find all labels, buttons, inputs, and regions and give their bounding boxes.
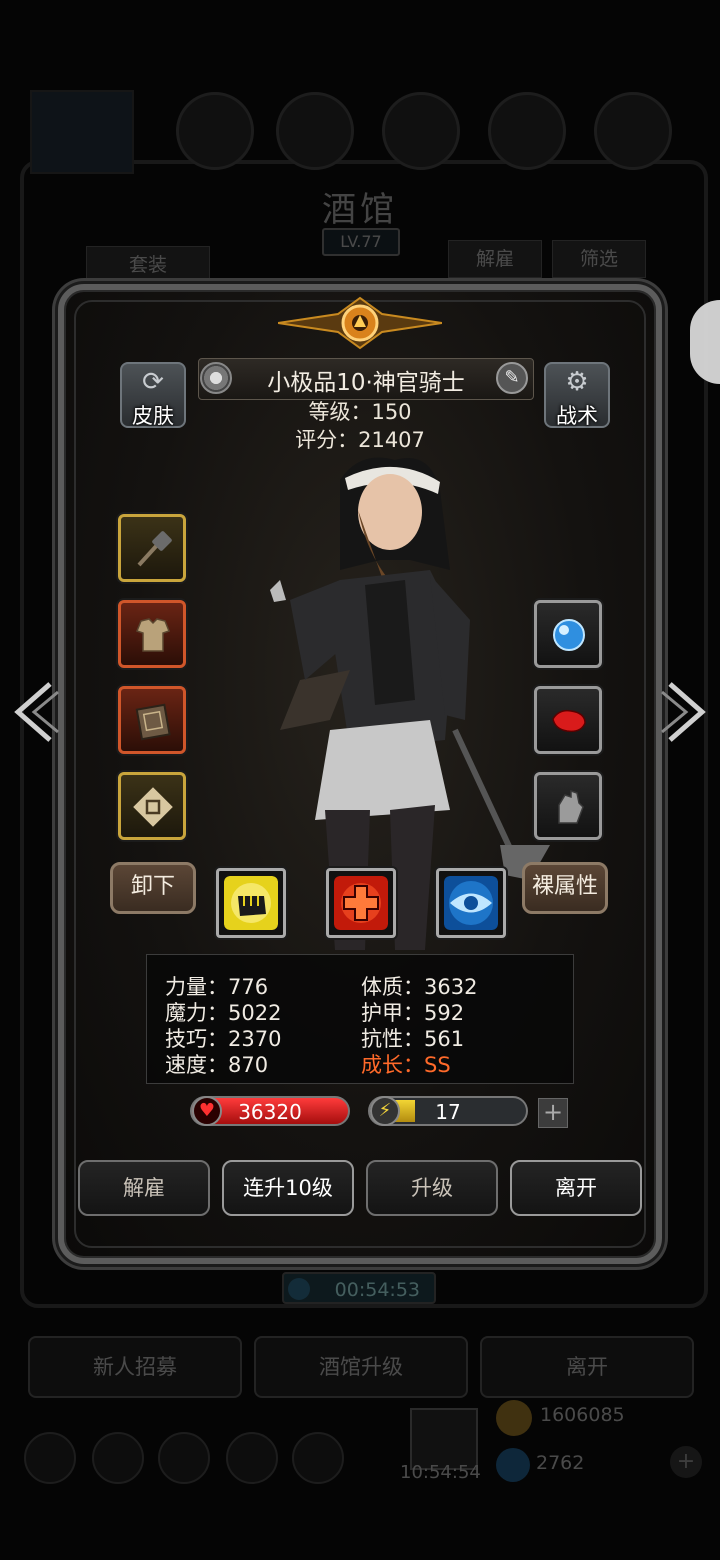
skin-label: 皮肤: [132, 404, 174, 428]
add-energy-button[interactable]: +: [538, 1098, 568, 1128]
background-avatar: [30, 90, 134, 174]
gift-timer: 10:54:54: [400, 1462, 481, 1483]
armor-slot[interactable]: [118, 600, 186, 668]
bottom-nav-icon: [24, 1432, 76, 1484]
filter-button: 筛选: [552, 240, 646, 278]
tactics-label: 战术: [556, 404, 598, 428]
timer-text: 00:54:53: [334, 1279, 420, 1301]
tavern-upgrade-button: 酒馆升级: [254, 1336, 468, 1398]
clock-icon: [288, 1278, 310, 1300]
next-hero-arrow-icon[interactable]: [660, 680, 710, 744]
unequip-button[interactable]: 卸下: [110, 862, 196, 914]
bottom-nav-icon: [92, 1432, 144, 1484]
gem-amount: 2762: [536, 1452, 585, 1474]
bottom-nav-icon: [292, 1432, 344, 1484]
hero-name-bar: 小极品10·神官骑士: [198, 358, 534, 400]
suit-button: 套装: [86, 246, 210, 284]
heart-icon: ♥: [192, 1096, 222, 1126]
hero-name: 小极品10·神官骑士: [267, 370, 465, 396]
new-recruit-button: 新人招募: [28, 1336, 242, 1398]
background-resource-icon: [488, 92, 566, 170]
edit-name-icon[interactable]: ✎: [496, 362, 528, 394]
gold-coin-icon: [496, 1400, 532, 1436]
tavern-timer: 00:54:53: [282, 1272, 436, 1304]
bg-leave-button: 离开: [480, 1336, 694, 1398]
medal-icon[interactable]: [200, 362, 232, 394]
hero-level: 等级：150: [308, 400, 412, 424]
spell-book-icon: [135, 703, 171, 741]
previous-hero-arrow-icon[interactable]: [10, 680, 60, 744]
level-up-10-button[interactable]: 连升10级: [222, 1160, 354, 1216]
background-resource-icon: [276, 92, 354, 170]
fist-icon: [224, 876, 278, 930]
stats-panel: 力量：776 魔力：5022 技巧：2370 速度：870 体质：3632 护甲…: [146, 954, 574, 1084]
amulet-tile-icon: [133, 787, 173, 827]
background-resource-icon: [176, 92, 254, 170]
stat-growth: 成长：SS: [361, 1053, 451, 1077]
bg-dismiss-button: 解雇: [448, 240, 542, 278]
panel-crest-icon: [278, 296, 442, 350]
gear-icon: ⚙: [565, 367, 589, 397]
level-up-button[interactable]: 升级: [366, 1160, 498, 1216]
plate-armor-icon: [136, 618, 170, 652]
tavern-level: LV.77: [322, 228, 400, 256]
skill-slot-heal[interactable]: [326, 868, 396, 938]
accessory-slot[interactable]: [118, 772, 186, 840]
red-cross-icon: [334, 876, 388, 930]
tavern-title: 酒馆: [322, 190, 398, 230]
weapon-slot[interactable]: [118, 514, 186, 582]
skin-button[interactable]: ⟳ 皮肤: [120, 362, 186, 428]
background-resource-icon: [594, 92, 672, 170]
bottom-nav-icon: [158, 1432, 210, 1484]
lightning-icon: ⚡: [370, 1096, 400, 1126]
stat-speed: 速度：870: [165, 1053, 269, 1077]
background-resource-icon: [382, 92, 460, 170]
naked-attributes-button[interactable]: 裸属性: [522, 862, 608, 914]
dismiss-button[interactable]: 解雇: [78, 1160, 210, 1216]
skill-slot-power[interactable]: [216, 868, 286, 938]
gem-icon: [496, 1448, 530, 1482]
bottom-nav-icon: [226, 1432, 278, 1484]
leave-button[interactable]: 离开: [510, 1160, 642, 1216]
tactics-button[interactable]: ⚙ 战术: [544, 362, 610, 428]
armor-swap-icon: ⟳: [142, 367, 164, 397]
book-slot[interactable]: [118, 686, 186, 754]
eye-icon: [444, 876, 498, 930]
gift-box-icon: [410, 1408, 478, 1470]
gold-amount: 1606085: [540, 1404, 625, 1426]
mace-icon: [137, 531, 172, 567]
add-currency-icon: +: [670, 1446, 702, 1478]
skill-slot-vision[interactable]: [436, 868, 506, 938]
